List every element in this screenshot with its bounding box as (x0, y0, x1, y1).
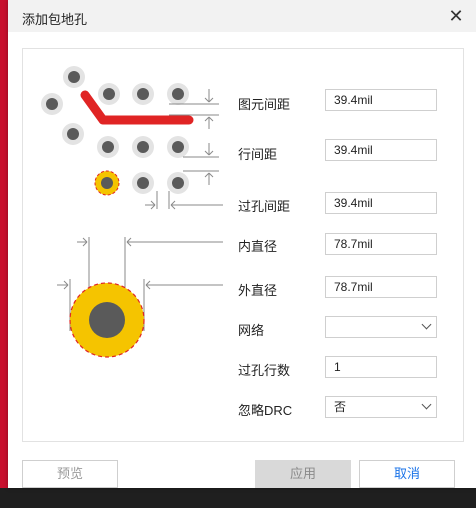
row-spacing-input[interactable]: 39.4mil (325, 139, 437, 161)
net-select[interactable] (325, 316, 437, 338)
dialog-title: 添加包地孔 (22, 12, 88, 27)
title-bar: 添加包地孔 ✕ (8, 0, 476, 32)
chevron-down-icon (421, 319, 432, 330)
ignore-drc-select[interactable]: 否 (325, 396, 437, 418)
label-ignore-drc: 忽略DRC (238, 403, 293, 418)
settings-panel: 图元间距 39.4mil 行间距 39.4mil 过孔间距 39.4mil 内直… (22, 48, 464, 442)
label-outer-diameter: 外直径 (238, 283, 278, 298)
large-via-inner (89, 302, 125, 338)
close-icon[interactable]: ✕ (446, 6, 466, 26)
ignore-drc-value: 否 (334, 400, 347, 414)
label-inner-diameter: 内直径 (238, 239, 278, 254)
label-net: 网络 (238, 323, 265, 338)
cancel-button[interactable]: 取消 (359, 460, 455, 488)
apply-button[interactable]: 应用 (255, 460, 351, 488)
label-via-rows: 过孔行数 (238, 363, 291, 378)
inner-diameter-input[interactable]: 78.7mil (325, 233, 437, 255)
via-rows-input[interactable]: 1 (325, 356, 437, 378)
chevron-down-icon (421, 399, 432, 410)
via-diagram (41, 66, 223, 358)
outer-diameter-input[interactable]: 78.7mil (325, 276, 437, 298)
add-ground-via-dialog: 添加包地孔 ✕ 图元间距 39.4mil 行间距 39.4mil 过孔间距 39… (8, 0, 476, 488)
label-row-spacing: 行间距 (238, 147, 278, 162)
element-spacing-input[interactable]: 39.4mil (325, 89, 437, 111)
background-taskbar-strip (0, 488, 476, 508)
preview-button[interactable]: 预览 (22, 460, 118, 488)
label-via-spacing: 过孔间距 (238, 199, 291, 214)
label-element-spacing: 图元间距 (238, 97, 291, 112)
via-spacing-input[interactable]: 39.4mil (325, 192, 437, 214)
